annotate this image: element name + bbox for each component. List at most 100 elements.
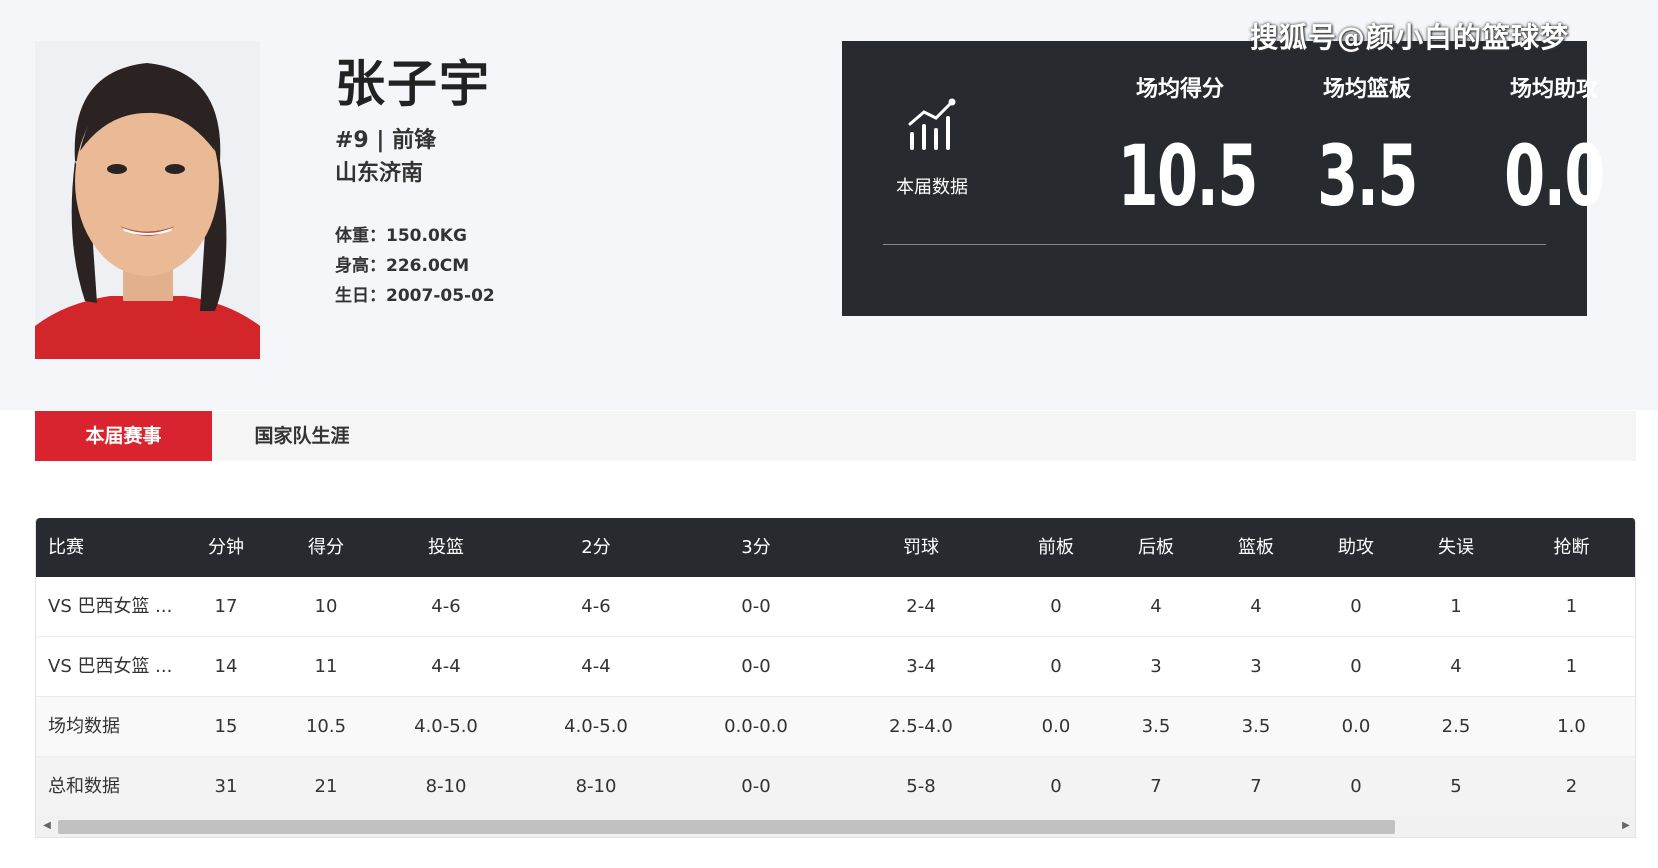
table-cell: 1 (1450, 596, 1462, 617)
table-cell: 17 (214, 596, 238, 617)
table-row: 总和数据 31 21 8-10 8-10 0-0 5-8 0 7 7 0 5 2 (36, 757, 1635, 817)
attr-height: 身高：226.0CM (335, 251, 495, 281)
table-cell: 2.5-4.0 (889, 716, 953, 737)
stat-label: 场均助攻 (1509, 77, 1598, 102)
table-cell: 11 (314, 656, 338, 677)
column-header: 分钟 (208, 537, 244, 558)
table-cell: 3-4 (906, 656, 936, 677)
table-cell: 4-4 (431, 656, 461, 677)
player-number-position: #9 | 前锋 (335, 128, 437, 153)
season-stats-panel: 本届数据 场均得分 10.5 场均篮板 3.5 场均助攻 0.0 (842, 41, 1605, 316)
table-cell: 0 (1350, 596, 1362, 617)
stat-value: 3.5 (1317, 127, 1418, 225)
attr-label: 身高： (335, 256, 386, 276)
attr-value: 226.0CM (386, 256, 470, 276)
column-header: 得分 (308, 537, 344, 558)
column-header: 3分 (741, 537, 771, 558)
scroll-left-icon[interactable]: ◀ (40, 819, 54, 833)
stat-value: 10.5 (1117, 127, 1259, 225)
tab-national-career[interactable]: 国家队生涯 (212, 411, 392, 461)
row-label: 总和数据 (48, 776, 120, 797)
table-header: 比赛 分钟 得分 投篮 2分 3分 罚球 前板 后板 篮板 助攻 失误 抢断 (36, 518, 1635, 577)
table-cell: 0 (1050, 656, 1062, 677)
column-header: 前板 (1038, 537, 1074, 558)
table-cell: 0 (1350, 656, 1362, 677)
stat-value: 0.0 (1504, 127, 1605, 225)
table-cell: 5 (1450, 776, 1462, 797)
table-row[interactable]: VS 巴西女篮 ... 17 10 4-6 4-6 0-0 2-4 0 4 4 0 1 1 (36, 577, 1635, 637)
table-cell: 4-6 (581, 596, 611, 617)
table-cell: 3 (1150, 656, 1162, 677)
stats-table: 比赛 分钟 得分 投篮 2分 3分 罚球 前板 后板 篮板 助攻 失误 抢断 VS 巴西女篮 ... 17… (35, 518, 1636, 838)
column-header: 比赛 (48, 537, 84, 558)
table-cell: 4-4 (581, 656, 611, 677)
stat-label: 场均得分 (1135, 77, 1224, 102)
chart-growth-icon (902, 96, 962, 156)
row-label: VS 巴西女篮 ... (48, 596, 173, 617)
scroll-thumb[interactable] (58, 820, 1395, 834)
table-cell: 0 (1050, 776, 1062, 797)
table-cell: 31 (214, 776, 238, 797)
column-header: 失误 (1438, 537, 1474, 558)
table-cell: 7 (1150, 776, 1162, 797)
stat-ppg: 场均得分 10.5 (1100, 73, 1260, 225)
attr-value: 2007-05-02 (386, 286, 495, 306)
table-cell: 4 (1250, 596, 1262, 617)
divider (883, 244, 1546, 245)
table-cell: 2 (1565, 776, 1578, 797)
tab-bar: 本届赛事 国家队生涯 (35, 411, 1636, 461)
stat-rpg: 场均篮板 3.5 (1287, 73, 1447, 225)
table-cell: 21 (314, 776, 338, 797)
table-cell: 8-10 (425, 776, 467, 797)
column-header: 抢断 (1553, 537, 1590, 558)
column-header: 后板 (1138, 537, 1174, 558)
row-label: 场均数据 (48, 716, 120, 737)
table-row[interactable]: VS 巴西女篮 ... 14 11 4-4 4-4 0-0 3-4 0 3 3 0 4 1 (36, 637, 1635, 697)
table-cell: 0 (1350, 776, 1362, 797)
player-hometown: 山东济南 (335, 161, 424, 186)
table-cell: 0.0 (1041, 716, 1071, 737)
player-photo (35, 41, 260, 359)
scroll-right-icon[interactable]: ▶ (1619, 819, 1633, 833)
attr-value: 150.0KG (386, 226, 467, 246)
stat-icon-label: 本届数据 (896, 177, 968, 198)
tab-current-event[interactable]: 本届赛事 (35, 411, 212, 461)
player-name: 张子宇 (335, 55, 491, 113)
stat-apg: 场均助攻 0.0 (1474, 73, 1634, 225)
table-cell: 1 (1565, 656, 1578, 677)
table-cell: 8-10 (575, 776, 617, 797)
column-header: 2分 (581, 537, 611, 558)
table-cell: 3.5 (1241, 716, 1271, 737)
table-cell: 10.5 (305, 716, 347, 737)
table-cell: 4.0-5.0 (414, 716, 478, 737)
table-cell: 2-4 (906, 596, 936, 617)
column-header: 罚球 (903, 537, 939, 558)
column-header: 篮板 (1238, 537, 1274, 558)
table-cell: 15 (214, 716, 238, 737)
table-cell: 2.5 (1441, 716, 1471, 737)
table-cell: 5-8 (906, 776, 936, 797)
table-cell: 1 (1565, 596, 1578, 617)
table-cell: 10 (314, 596, 338, 617)
table-cell: 4.0-5.0 (564, 716, 628, 737)
table-cell: 1.0 (1557, 716, 1586, 737)
horizontal-scrollbar[interactable]: ◀ ▶ (36, 816, 1635, 837)
attr-label: 体重： (335, 226, 386, 246)
table-cell: 0-0 (741, 656, 771, 677)
column-header: 投篮 (428, 537, 464, 558)
table-cell: 7 (1250, 776, 1262, 797)
column-header: 助攻 (1338, 537, 1374, 558)
table-cell: 4 (1450, 656, 1462, 677)
attr-birthday: 生日：2007-05-02 (335, 281, 495, 311)
table-cell: 0.0-0.0 (724, 716, 788, 737)
player-attributes: 体重：150.0KG 身高：226.0CM 生日：2007-05-02 (335, 221, 495, 311)
table-cell: 4-6 (431, 596, 461, 617)
attr-weight: 体重：150.0KG (335, 221, 495, 251)
player-header: 张子宇 #9 | 前锋 山东济南 体重：150.0KG 身高：226.0CM 生… (0, 0, 1658, 410)
table-cell: 0-0 (741, 596, 771, 617)
watermark: 搜狐号@颜小白的篮球梦 (1250, 21, 1570, 54)
table-cell: 4 (1150, 596, 1162, 617)
table-row: 场均数据 15 10.5 4.0-5.0 4.0-5.0 0.0-0.0 2.5-4.0 0.… (36, 697, 1635, 757)
table-cell: 14 (214, 656, 238, 677)
stat-label: 场均篮板 (1322, 77, 1411, 102)
